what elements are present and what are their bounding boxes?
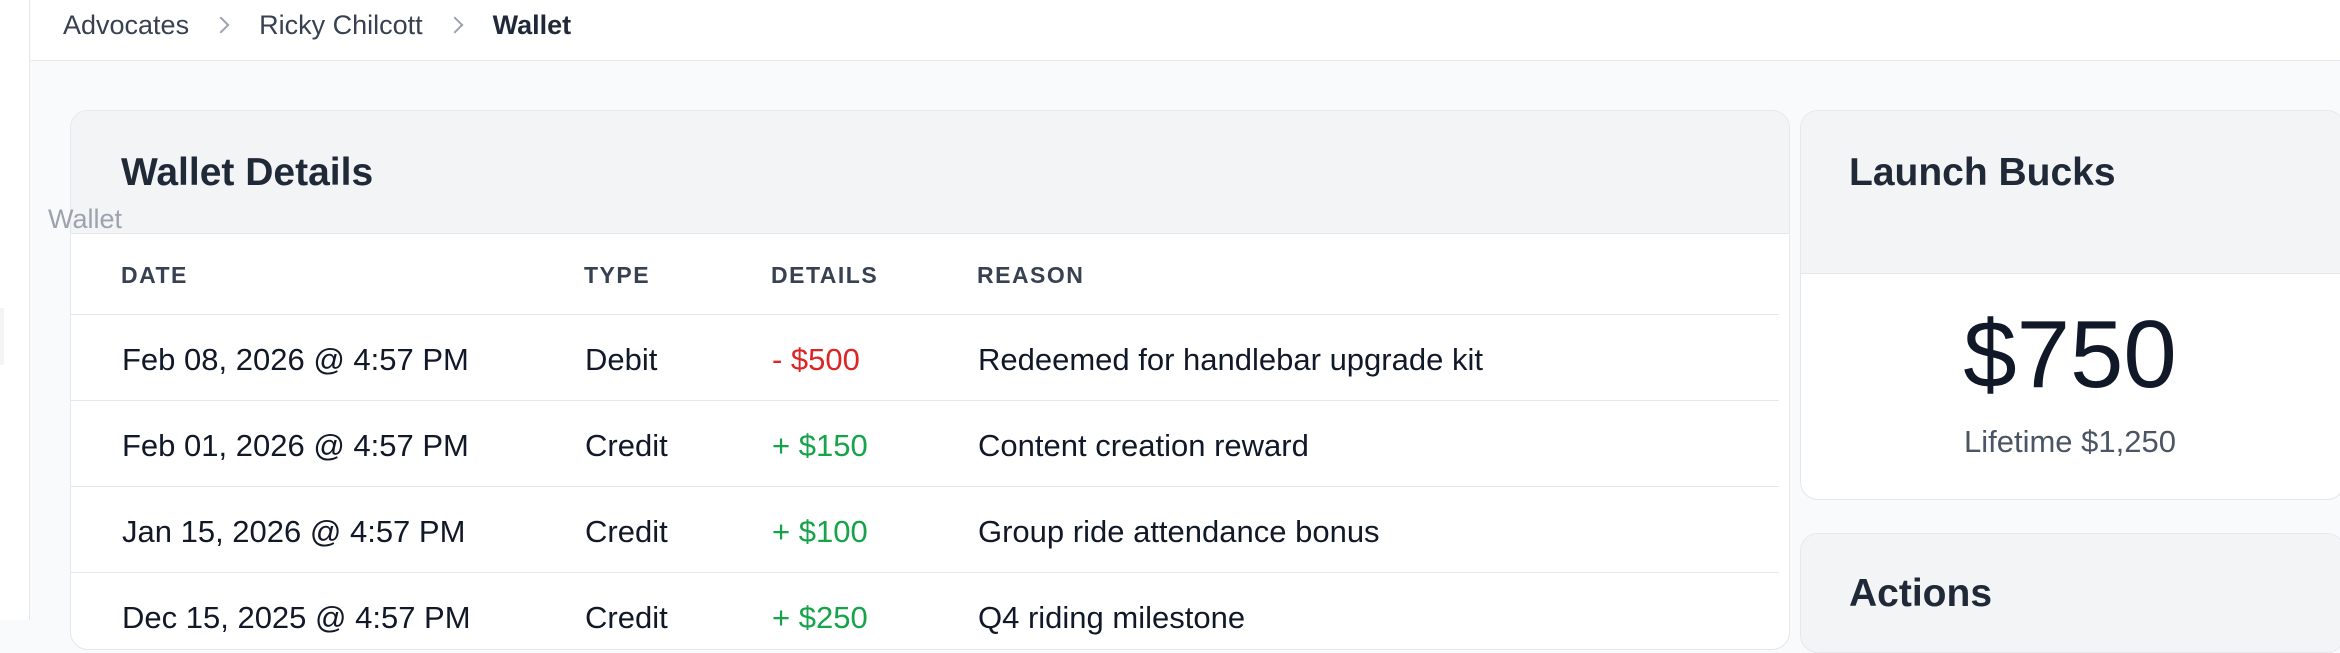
rail-active-marker [0,308,4,365]
column-header-date[interactable]: DATE [121,262,188,289]
row-type: Credit [585,514,668,549]
left-rail [0,0,30,620]
chevron-right-icon [212,16,230,34]
wallet-details-title: Wallet Details [121,151,374,194]
breadcrumb-advocate-name[interactable]: Ricky Chilcott [259,10,423,41]
row-date: Feb 01, 2026 @ 4:57 PM [122,428,469,463]
row-details: + $250 [772,600,868,635]
row-type: Debit [585,342,658,377]
row-reason: Q4 riding milestone [978,600,1246,635]
row-divider [71,400,1779,401]
launch-bucks-subtitle: Wallet [48,204,123,234]
row-type: Credit [585,600,668,635]
row-date: Feb 08, 2026 @ 4:57 PM [122,342,469,377]
row-details: + $100 [772,514,868,549]
row-divider [71,486,1779,487]
row-divider [71,572,1779,573]
row-type: Credit [585,428,668,463]
actions-title: Actions [1849,572,1993,615]
actions-card: Actions [1800,533,2340,653]
chevron-right-icon [446,16,464,34]
column-header-reason[interactable]: REASON [977,262,1084,289]
launch-bucks-title: Launch Bucks [1849,151,2116,194]
column-header-type[interactable]: TYPE [584,262,650,289]
breadcrumb-current: Wallet [492,9,572,40]
table-header-divider [71,314,1779,315]
row-reason: Redeemed for handlebar upgrade kit [978,342,1483,377]
breadcrumb: Advocates Ricky Chilcott Wallet [63,0,571,50]
row-reason: Content creation reward [978,428,1309,463]
row-details: + $150 [772,428,868,463]
breadcrumb-advocates[interactable]: Advocates [63,10,189,41]
wallet-balance: $750 [1963,301,2177,408]
row-date: Jan 15, 2026 @ 4:57 PM [122,514,466,549]
row-date: Dec 15, 2025 @ 4:57 PM [122,600,471,635]
wallet-details-card: Wallet Details [70,110,1790,650]
column-header-details[interactable]: DETAILS [771,262,878,289]
lifetime-total: Lifetime $1,250 [1964,424,2176,459]
row-details: - $500 [772,342,860,377]
row-reason: Group ride attendance bonus [978,514,1380,549]
